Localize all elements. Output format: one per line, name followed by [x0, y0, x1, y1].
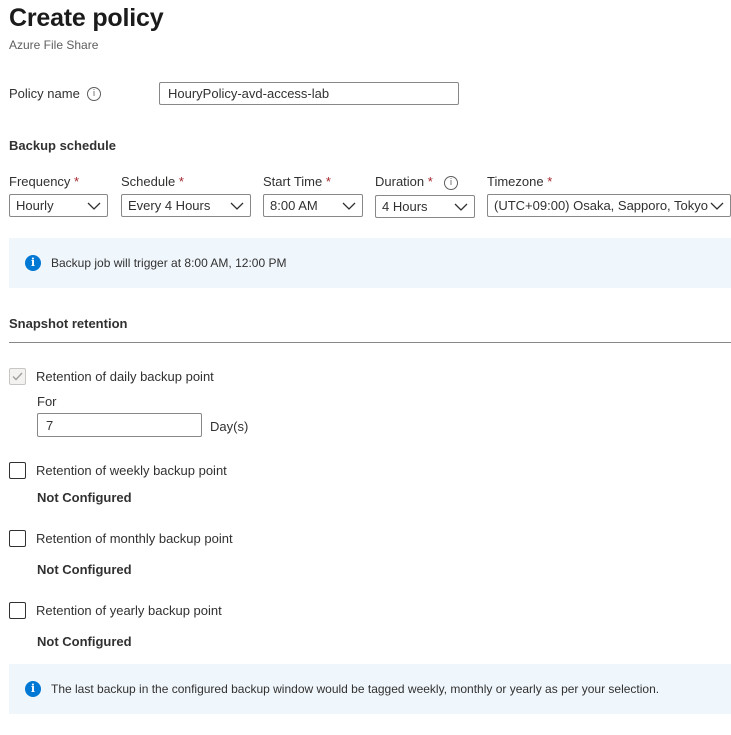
daily-for-label: For — [37, 394, 57, 409]
backup-schedule-heading: Backup schedule — [9, 138, 116, 153]
schedule-info-text: Backup job will trigger at 8:00 AM, 12:0… — [51, 256, 287, 270]
frequency-label-text: Frequency — [9, 174, 71, 189]
timezone-dropdown[interactable]: (UTC+09:00) Osaka, Sapporo, Tokyo — [487, 194, 731, 217]
start-time-label: Start Time * — [263, 174, 331, 189]
chevron-down-icon — [710, 202, 724, 210]
yearly-retention-checkbox[interactable] — [9, 602, 26, 619]
info-icon[interactable]: i — [87, 87, 101, 101]
start-time-dropdown[interactable]: 8:00 AM — [263, 194, 363, 217]
required-mark: * — [74, 174, 80, 189]
policy-name-label: Policy name — [9, 86, 80, 101]
required-mark: * — [178, 174, 184, 189]
start-time-value: 8:00 AM — [270, 198, 318, 213]
frequency-dropdown[interactable]: Hourly — [9, 194, 108, 217]
schedule-info-banner: i Backup job will trigger at 8:00 AM, 12… — [9, 238, 731, 288]
page-subtitle: Azure File Share — [9, 38, 99, 52]
required-mark: * — [325, 174, 331, 189]
duration-label: Duration * — [375, 174, 433, 189]
weekly-retention-label: Retention of weekly backup point — [36, 463, 227, 478]
start-time-label-text: Start Time — [263, 174, 323, 189]
schedule-value: Every 4 Hours — [128, 198, 211, 213]
daily-retention-checkbox[interactable] — [9, 368, 26, 385]
timezone-label: Timezone * — [487, 174, 552, 189]
duration-dropdown[interactable]: 4 Hours — [375, 195, 475, 218]
chevron-down-icon — [87, 202, 101, 210]
schedule-label: Schedule * — [121, 174, 184, 189]
retention-info-banner: i The last backup in the configured back… — [9, 664, 731, 714]
timezone-value: (UTC+09:00) Osaka, Sapporo, Tokyo — [494, 198, 709, 213]
info-icon: i — [25, 681, 41, 697]
monthly-retention-checkbox[interactable] — [9, 530, 26, 547]
daily-retention-label: Retention of daily backup point — [36, 369, 214, 384]
duration-label-text: Duration — [375, 174, 425, 189]
info-icon: i — [25, 255, 41, 271]
daily-unit-label: Day(s) — [210, 419, 249, 434]
daily-retention-value: 7 — [46, 417, 54, 433]
weekly-status: Not Configured — [37, 490, 132, 505]
monthly-retention-label: Retention of monthly backup point — [36, 531, 233, 546]
section-divider — [9, 342, 731, 343]
monthly-status: Not Configured — [37, 562, 132, 577]
chevron-down-icon — [342, 202, 356, 210]
required-mark: * — [427, 174, 433, 189]
snapshot-retention-heading: Snapshot retention — [9, 316, 128, 331]
required-mark: * — [547, 174, 553, 189]
page-title: Create policy — [9, 4, 164, 32]
schedule-dropdown[interactable]: Every 4 Hours — [121, 194, 251, 217]
frequency-label: Frequency * — [9, 174, 79, 189]
weekly-retention-checkbox[interactable] — [9, 462, 26, 479]
retention-info-text: The last backup in the configured backup… — [51, 682, 660, 696]
daily-retention-input[interactable]: 7 — [37, 413, 202, 437]
chevron-down-icon — [454, 203, 468, 211]
duration-value: 4 Hours — [382, 199, 428, 214]
info-icon[interactable]: i — [444, 176, 458, 190]
chevron-down-icon — [230, 202, 244, 210]
frequency-value: Hourly — [16, 198, 54, 213]
timezone-label-text: Timezone — [487, 174, 544, 189]
policy-name-label-text: Policy name — [9, 86, 80, 101]
policy-name-input[interactable]: HouryPolicy-avd-access-lab — [159, 82, 459, 105]
policy-name-value: HouryPolicy-avd-access-lab — [168, 86, 330, 101]
yearly-retention-label: Retention of yearly backup point — [36, 603, 222, 618]
yearly-status: Not Configured — [37, 634, 132, 649]
checkmark-icon — [12, 372, 23, 381]
schedule-label-text: Schedule — [121, 174, 176, 189]
